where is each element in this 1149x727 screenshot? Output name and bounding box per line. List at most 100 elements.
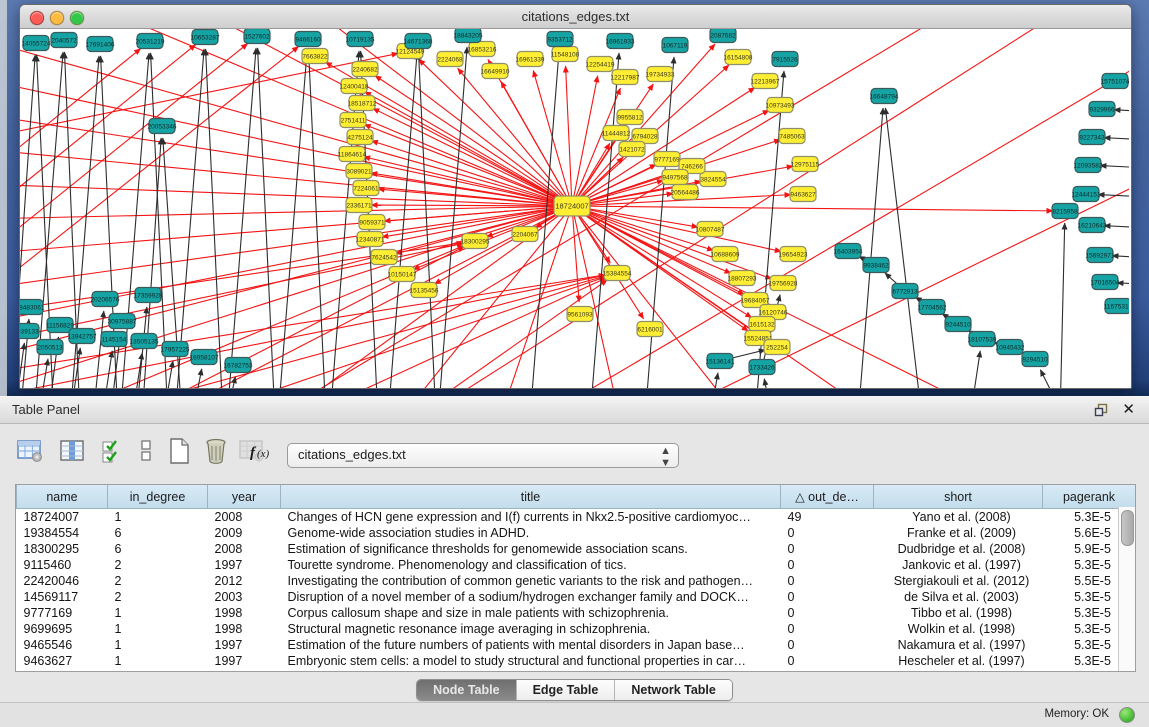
graph-node[interactable]: 17359928 xyxy=(134,288,163,303)
graph-node[interactable]: 3089021 xyxy=(346,164,372,179)
table-cell[interactable]: 6 xyxy=(108,541,208,557)
graph-node[interactable]: 11864614 xyxy=(338,147,367,162)
column-header-year[interactable]: year xyxy=(208,485,281,509)
graph-node[interactable]: 252254 xyxy=(764,340,790,355)
column-header-title[interactable]: title xyxy=(281,485,781,509)
citation-edge-black[interactable] xyxy=(1114,110,1129,113)
graph-node[interactable]: 20206576 xyxy=(91,292,120,307)
table-cell[interactable]: 9463627 xyxy=(17,653,108,669)
graph-node[interactable]: 3824554 xyxy=(700,172,726,187)
graph-node[interactable]: 16403954 xyxy=(834,244,863,259)
graph-node[interactable]: 10973493 xyxy=(766,98,795,113)
new-file-icon[interactable] xyxy=(163,435,195,467)
table-cell[interactable]: Franke et al. (2009) xyxy=(874,525,1043,541)
graph-node[interactable]: 15136141 xyxy=(706,354,735,369)
graph-node[interactable]: 1421072 xyxy=(619,142,645,157)
table-row[interactable]: 969969511998Structural magnetic resonanc… xyxy=(17,621,1136,637)
table-row[interactable]: 946362711997Embryonic stem cells: a mode… xyxy=(17,653,1136,669)
table-cell[interactable]: 2008 xyxy=(208,541,281,557)
checkbox-column-icon[interactable] xyxy=(130,435,162,467)
graph-node[interactable]: 13505135 xyxy=(130,334,159,349)
table-cell[interactable]: 1 xyxy=(108,605,208,621)
select-rows-icon[interactable] xyxy=(96,435,128,467)
graph-node[interactable]: 16648794 xyxy=(870,89,899,104)
graph-node[interactable]: 20053346 xyxy=(148,119,177,134)
graph-node[interactable]: 4275124 xyxy=(347,130,373,145)
citation-edge-black[interactable] xyxy=(227,48,256,388)
close-panel-icon[interactable]: ✕ xyxy=(1122,400,1135,418)
graph-node[interactable]: 6772913 xyxy=(892,284,918,299)
table-cell[interactable]: de Silva et al. (2003) xyxy=(874,589,1043,605)
citation-edge-black[interactable] xyxy=(1104,138,1129,141)
table-settings-icon[interactable] xyxy=(14,435,46,467)
table-cell[interactable]: 0 xyxy=(781,589,874,605)
graph-node[interactable]: 14671368 xyxy=(404,34,433,49)
graph-node[interactable]: 2050513 xyxy=(37,340,63,355)
graph-node[interactable]: 16961339 xyxy=(516,52,545,67)
citation-edge-red[interactable] xyxy=(20,49,141,179)
table-row[interactable]: 946554611997Estimation of the future num… xyxy=(17,637,1136,653)
column-header-pagerank[interactable]: pagerank xyxy=(1043,485,1136,509)
table-cell[interactable]: 2 xyxy=(108,573,208,589)
citation-edge-black[interactable] xyxy=(764,379,772,388)
column-header-out_de[interactable]: △ out_de… xyxy=(781,485,874,509)
graph-node[interactable]: 1733426 xyxy=(749,360,775,375)
graph-node[interactable]: 14055724 xyxy=(22,36,51,51)
table-cell[interactable]: 0 xyxy=(781,637,874,653)
graph-node[interactable]: 15692971 xyxy=(1086,248,1115,263)
graph-node[interactable]: 10150147 xyxy=(388,267,417,282)
graph-node[interactable]: 9777169 xyxy=(654,152,680,167)
table-cell[interactable]: Nakamura et al. (1997) xyxy=(874,637,1043,653)
citation-edge-black[interactable] xyxy=(258,48,275,388)
graph-node[interactable]: 15751074 xyxy=(1101,74,1129,89)
graph-node[interactable]: 12213967 xyxy=(751,74,780,89)
graph-node[interactable]: 7915526 xyxy=(772,52,798,67)
table-cell[interactable]: Wolkin et al. (1998) xyxy=(874,621,1043,637)
graph-node[interactable]: 9463627 xyxy=(790,187,816,202)
citation-edge-red[interactable] xyxy=(180,29,572,206)
graph-node[interactable]: 11548108 xyxy=(551,47,580,62)
graph-node[interactable]: 7224061 xyxy=(353,181,379,196)
graph-node[interactable]: 15135456 xyxy=(410,283,439,298)
graph-node[interactable]: 8215958 xyxy=(1052,204,1078,219)
table-cell[interactable]: 1 xyxy=(108,653,208,669)
table-cell[interactable]: 0 xyxy=(781,621,874,637)
citation-edge-black[interactable] xyxy=(102,351,112,388)
table-cell[interactable]: Disruption of a novel member of a sodium… xyxy=(281,589,781,605)
table-cell[interactable]: 0 xyxy=(781,573,874,589)
graph-node[interactable]: 16782753 xyxy=(224,358,253,373)
table-row[interactable]: 911546021997Tourette syndrome. Phenomeno… xyxy=(17,557,1136,573)
table-cell[interactable]: Structural magnetic resonance image aver… xyxy=(281,621,781,637)
show-columns-icon[interactable] xyxy=(56,435,88,467)
table-cell[interactable]: Estimation of significance thresholds fo… xyxy=(281,541,781,557)
graph-node[interactable]: 7663822 xyxy=(302,49,328,64)
graph-node[interactable]: 17691406 xyxy=(86,37,115,52)
table-cell[interactable]: 1 xyxy=(108,621,208,637)
citation-edge-red[interactable] xyxy=(364,157,572,206)
graph-node[interactable]: 12093582 xyxy=(1074,158,1103,173)
table-cell[interactable]: 0 xyxy=(781,653,874,669)
citation-edge-black[interactable] xyxy=(142,138,161,388)
table-cell[interactable]: 9699695 xyxy=(17,621,108,637)
column-header-short[interactable]: short xyxy=(874,485,1043,509)
table-row[interactable]: 1872400712008Changes of HCN gene express… xyxy=(17,509,1136,526)
graph-node[interactable]: 2240682 xyxy=(352,62,378,77)
table-cell[interactable]: 9777169 xyxy=(17,605,108,621)
graph-node[interactable]: 16210643 xyxy=(1078,218,1107,233)
graph-node[interactable]: 2751411 xyxy=(340,113,366,128)
citation-edge-black[interactable] xyxy=(37,55,54,388)
graph-node[interactable]: 16154808 xyxy=(724,50,753,65)
citation-edge-black[interactable] xyxy=(970,351,980,388)
citation-edge-black[interactable] xyxy=(1100,166,1129,169)
graph-node[interactable]: 1145154 xyxy=(101,332,127,347)
table-scrollbar[interactable] xyxy=(1118,507,1135,671)
graph-node[interactable]: 12400418 xyxy=(340,79,369,94)
graph-node[interactable]: 12340871 xyxy=(356,232,385,247)
table-cell[interactable]: 2012 xyxy=(208,573,281,589)
graph-node[interactable]: 10807487 xyxy=(696,222,725,237)
network-window[interactable]: citations_edges.txt 18724007183002952240… xyxy=(19,4,1132,389)
graph-node[interactable]: 9329966 xyxy=(1089,102,1115,117)
graph-node[interactable]: 13942757 xyxy=(68,329,97,344)
graph-node[interactable]: 9294510 xyxy=(1022,352,1048,367)
table-cell[interactable]: Yano et al. (2008) xyxy=(874,509,1043,526)
